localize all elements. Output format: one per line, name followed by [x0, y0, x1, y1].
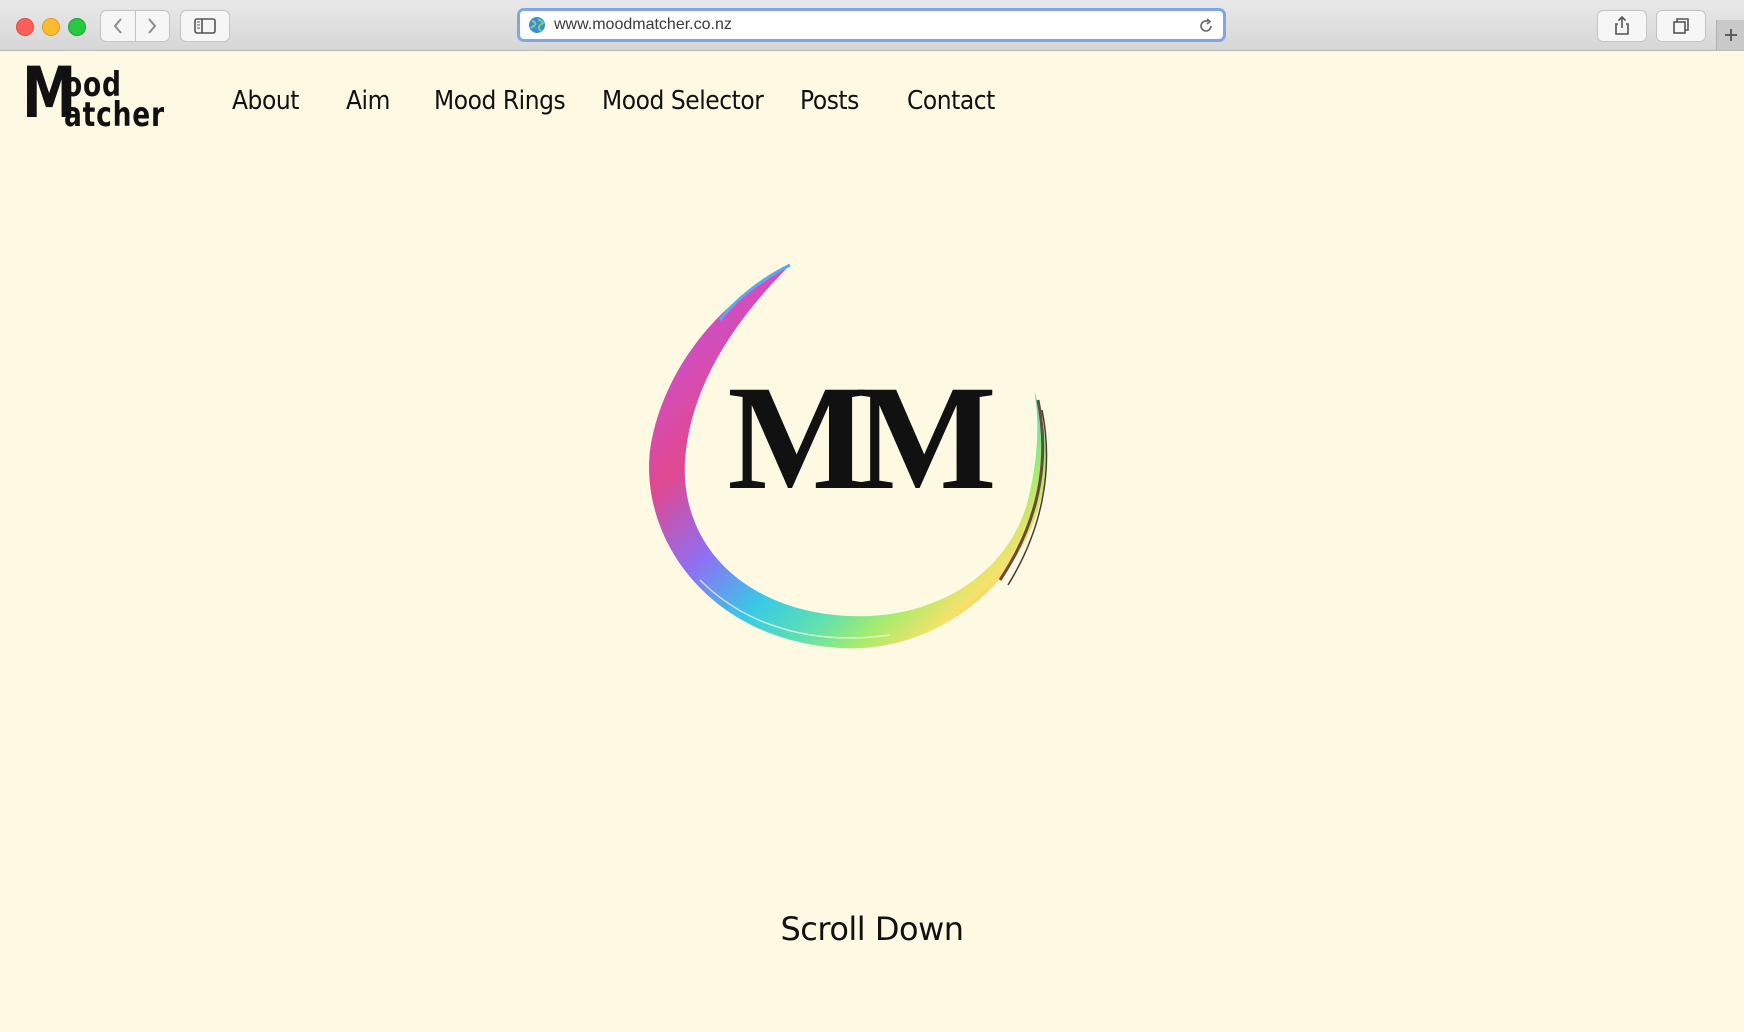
- back-button[interactable]: [101, 11, 135, 41]
- nav-link-aim[interactable]: Aim: [346, 86, 390, 116]
- tabs-icon: [1673, 18, 1689, 34]
- forward-button[interactable]: [134, 11, 170, 41]
- nav-link-posts[interactable]: Posts: [800, 86, 859, 116]
- nav-link-about[interactable]: About: [232, 86, 299, 116]
- url-text[interactable]: www.moodmatcher.co.nz: [554, 16, 732, 34]
- scroll-down-label[interactable]: Scroll Down: [0, 910, 1744, 948]
- chevron-right-icon: [148, 18, 157, 34]
- mood-ring-emblem: MM: [649, 263, 1048, 649]
- site-logo[interactable]: M ood atcher: [22, 58, 172, 135]
- new-tab-button[interactable]: [1716, 20, 1744, 50]
- nav-link-mood-rings[interactable]: Mood Rings: [434, 86, 566, 116]
- minimize-window-button[interactable]: [42, 18, 60, 36]
- chevron-left-icon: [113, 18, 122, 34]
- globe-icon: [528, 16, 546, 34]
- reload-icon[interactable]: [1197, 17, 1215, 35]
- show-tabs-button[interactable]: [1656, 10, 1706, 42]
- close-window-button[interactable]: [16, 18, 34, 36]
- share-icon: [1615, 16, 1629, 35]
- sidebar-icon: [194, 18, 216, 34]
- history-buttons: [100, 10, 170, 42]
- address-bar[interactable]: www.moodmatcher.co.nz: [517, 8, 1226, 42]
- sidebar-button[interactable]: [180, 10, 230, 42]
- emblem-monogram: MM: [727, 355, 993, 521]
- nav-link-contact[interactable]: Contact: [907, 86, 995, 116]
- plus-icon: [1725, 29, 1737, 41]
- logo-line-2: atcher: [64, 95, 165, 135]
- nav-link-mood-selector[interactable]: Mood Selector: [602, 86, 764, 116]
- browser-toolbar: www.moodmatcher.co.nz: [0, 0, 1744, 51]
- zoom-window-button[interactable]: [68, 18, 86, 36]
- share-button[interactable]: [1597, 10, 1647, 42]
